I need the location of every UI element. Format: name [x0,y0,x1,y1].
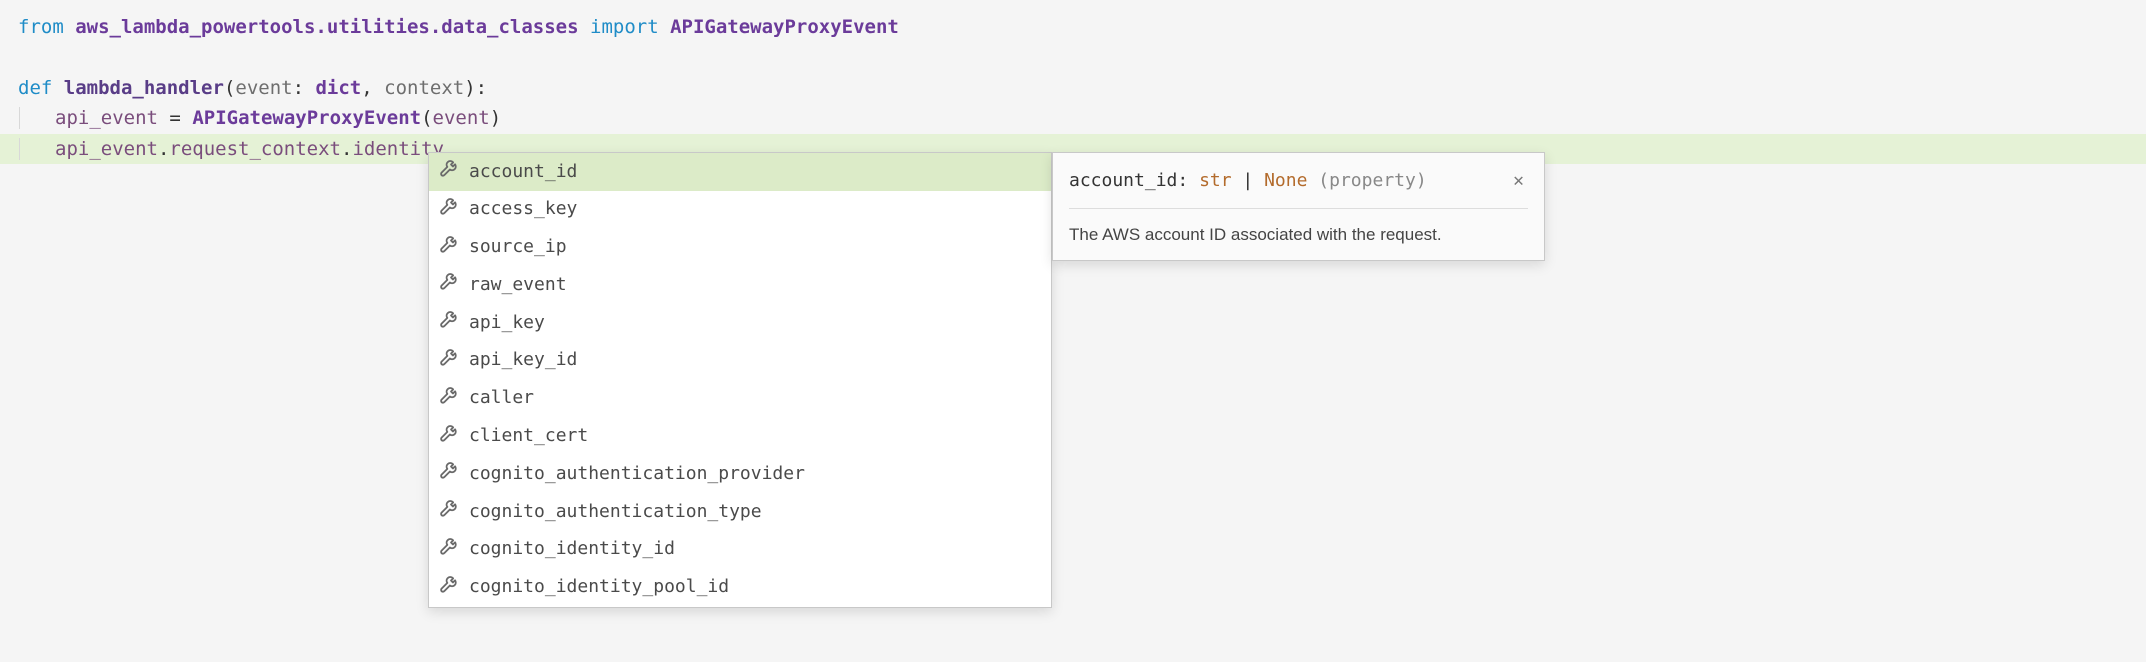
wrench-icon [439,534,469,566]
autocomplete-label: caller [469,384,534,413]
wrench-icon [439,269,469,301]
autocomplete-item-cognito_authentication_provider[interactable]: cognito_authentication_provider [429,455,1051,493]
close-icon[interactable]: ✕ [1509,165,1528,198]
wrench-icon [439,156,469,188]
code-line-4[interactable]: api_event = APIGatewayProxyEvent(event) [0,103,2146,133]
wrench-icon [439,421,469,453]
keyword-from: from [18,16,64,38]
keyword-def: def [18,77,52,99]
arg-event: event [433,107,490,129]
autocomplete-label: cognito_identity_pool_id [469,573,729,602]
var-api-event: api_event [55,107,158,129]
documentation-popup: account_id: str | None (property) ✕ The … [1052,152,1545,261]
type-dict: dict [315,77,361,99]
autocomplete-label: cognito_authentication_provider [469,460,805,489]
autocomplete-label: client_cert [469,422,588,451]
autocomplete-label: cognito_identity_id [469,535,675,564]
wrench-icon [439,307,469,339]
autocomplete-label: api_key_id [469,346,577,375]
autocomplete-item-client_cert[interactable]: client_cert [429,418,1051,456]
autocomplete-item-api_key_id[interactable]: api_key_id [429,342,1051,380]
autocomplete-item-raw_event[interactable]: raw_event [429,266,1051,304]
var-api-event-ref: api_event [55,138,158,160]
autocomplete-item-cognito_identity_pool_id[interactable]: cognito_identity_pool_id [429,569,1051,607]
wrench-icon [439,572,469,604]
autocomplete-label: api_key [469,309,545,338]
wrench-icon [439,194,469,226]
autocomplete-label: access_key [469,195,577,224]
autocomplete-item-account_id[interactable]: account_id [429,153,1051,191]
wrench-icon [439,496,469,528]
doc-description: The AWS account ID associated with the r… [1069,221,1528,248]
param-event: event [235,77,292,99]
wrench-icon [439,232,469,264]
autocomplete-item-cognito_authentication_type[interactable]: cognito_authentication_type [429,493,1051,531]
code-line-1[interactable]: from aws_lambda_powertools.utilities.dat… [0,12,2146,42]
autocomplete-label: raw_event [469,271,567,300]
wrench-icon [439,383,469,415]
signature-text: account_id: str | None (property) [1069,167,1427,196]
autocomplete-item-caller[interactable]: caller [429,380,1051,418]
autocomplete-item-source_ip[interactable]: source_ip [429,229,1051,267]
autocomplete-popup[interactable]: account_id access_key source_ip raw_eventap… [428,152,1052,608]
autocomplete-item-api_key[interactable]: api_key [429,304,1051,342]
attr-request-context: request_context [169,138,341,160]
autocomplete-item-cognito_identity_id[interactable]: cognito_identity_id [429,531,1051,569]
wrench-icon [439,345,469,377]
class-name: APIGatewayProxyEvent [670,16,899,38]
autocomplete-label: account_id [469,158,577,187]
wrench-icon [439,458,469,490]
autocomplete-label: source_ip [469,233,567,262]
module-path: aws_lambda_powertools.utilities.data_cla… [75,16,578,38]
code-line-3[interactable]: def lambda_handler(event: dict, context)… [0,73,2146,103]
class-call: APIGatewayProxyEvent [192,107,421,129]
code-line-blank[interactable] [0,42,2146,72]
keyword-import: import [590,16,659,38]
code-editor[interactable]: from aws_lambda_powertools.utilities.dat… [0,12,2146,164]
function-name: lambda_handler [64,77,224,99]
autocomplete-item-access_key[interactable]: access_key [429,191,1051,229]
autocomplete-label: cognito_authentication_type [469,498,762,527]
param-context: context [384,77,464,99]
